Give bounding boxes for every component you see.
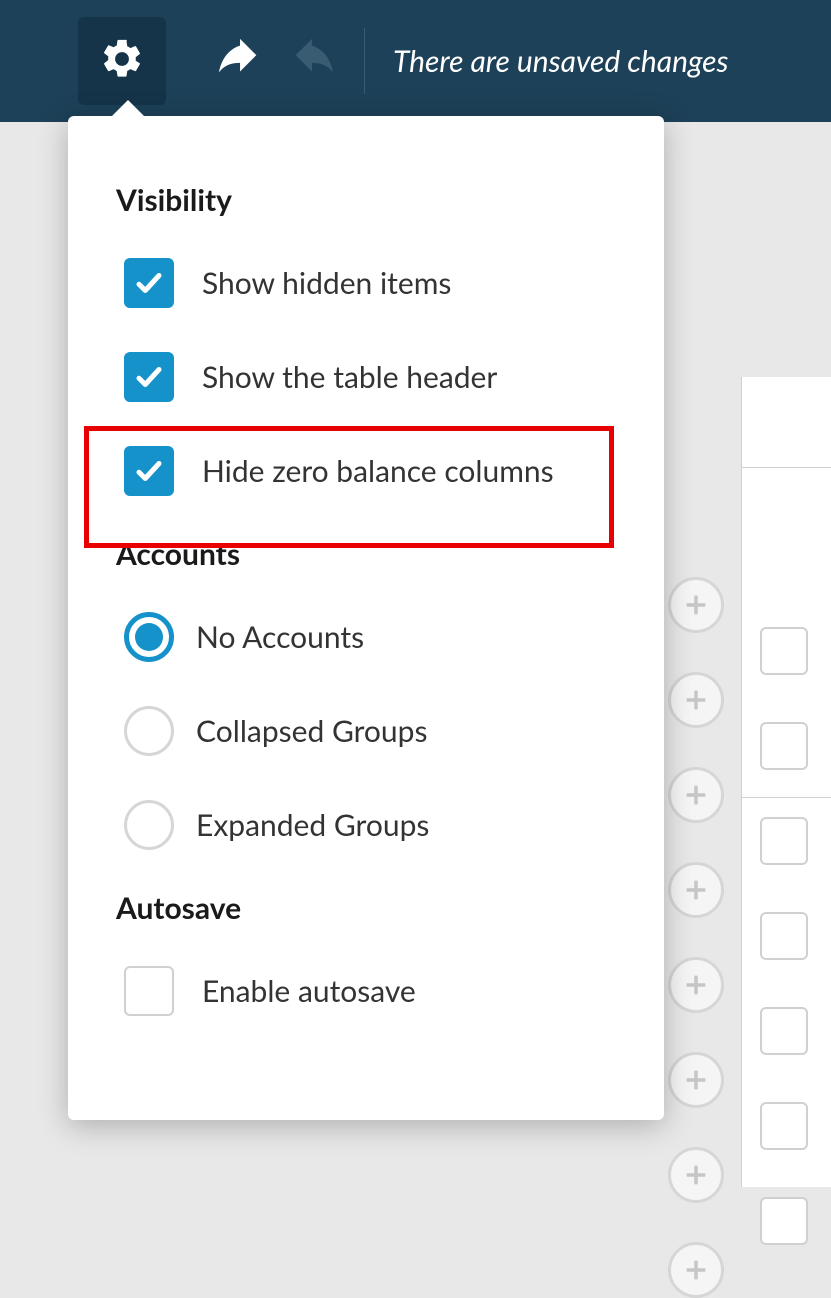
option-label: Show hidden items	[202, 265, 451, 301]
checkbox-show-hidden-items[interactable]: Show hidden items	[116, 236, 620, 330]
checkbox-hide-zero-balance[interactable]: Hide zero balance columns	[116, 424, 620, 518]
settings-button[interactable]	[78, 17, 166, 105]
option-label: Hide zero balance columns	[202, 453, 554, 489]
radio-no-accounts[interactable]: No Accounts	[116, 590, 620, 684]
option-label: Expanded Groups	[196, 807, 429, 843]
checkbox-icon	[124, 966, 174, 1016]
checkbox-enable-autosave[interactable]: Enable autosave	[116, 944, 620, 1038]
checkbox-icon	[124, 258, 174, 308]
option-label: Collapsed Groups	[196, 713, 427, 749]
section-title-autosave: Autosave	[116, 890, 620, 926]
add-button[interactable]	[668, 957, 724, 1013]
gear-icon	[99, 36, 145, 86]
row-checkbox[interactable]	[760, 1007, 808, 1055]
row-checkbox[interactable]	[760, 1197, 808, 1245]
radio-collapsed-groups[interactable]: Collapsed Groups	[116, 684, 620, 778]
row-checkbox[interactable]	[760, 1102, 808, 1150]
undo-icon	[218, 36, 264, 86]
redo-button[interactable]	[276, 36, 346, 86]
radio-icon	[124, 800, 174, 850]
option-label: No Accounts	[196, 619, 364, 655]
row-checkbox[interactable]	[760, 912, 808, 960]
vertical-divider	[364, 28, 365, 94]
checkbox-icon	[124, 446, 174, 496]
section-title-visibility: Visibility	[116, 182, 620, 218]
option-label: Show the table header	[202, 359, 497, 395]
checkbox-show-table-header[interactable]: Show the table header	[116, 330, 620, 424]
add-button[interactable]	[668, 1147, 724, 1203]
radio-icon	[124, 612, 174, 662]
add-button[interactable]	[668, 1242, 724, 1298]
add-button[interactable]	[668, 767, 724, 823]
row-checkbox[interactable]	[760, 722, 808, 770]
unsaved-changes-status: There are unsaved changes	[393, 43, 729, 79]
redo-icon	[288, 36, 334, 86]
radio-expanded-groups[interactable]: Expanded Groups	[116, 778, 620, 872]
radio-icon	[124, 706, 174, 756]
row-checkbox[interactable]	[760, 627, 808, 675]
row-checkbox[interactable]	[760, 817, 808, 865]
add-button[interactable]	[668, 577, 724, 633]
add-button[interactable]	[668, 672, 724, 728]
add-button[interactable]	[668, 862, 724, 918]
settings-dropdown: Visibility Show hidden items Show the ta…	[68, 116, 664, 1120]
checkbox-icon	[124, 352, 174, 402]
option-label: Enable autosave	[202, 973, 416, 1009]
section-title-accounts: Accounts	[116, 536, 620, 572]
right-panel	[741, 377, 831, 1187]
add-button[interactable]	[668, 1052, 724, 1108]
undo-button[interactable]	[206, 36, 276, 86]
